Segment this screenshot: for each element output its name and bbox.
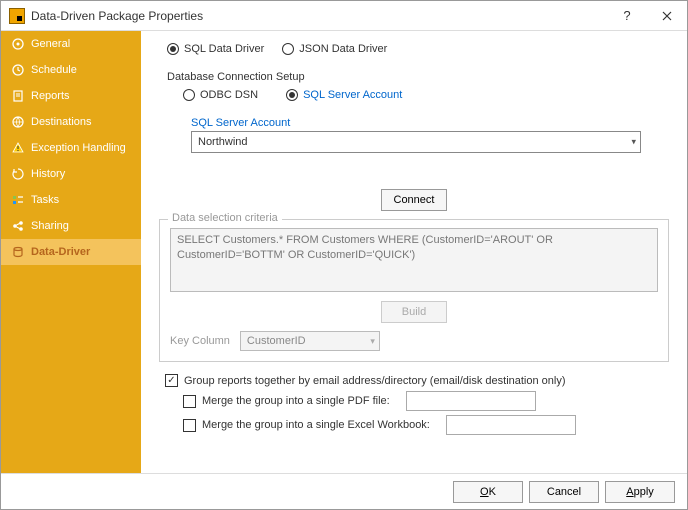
radio-label: SQL Data Driver bbox=[184, 43, 264, 55]
sql-server-account-select[interactable]: Northwind ▾ bbox=[191, 131, 641, 153]
merge-pdf-filename-input[interactable] bbox=[406, 391, 536, 411]
cancel-button[interactable]: Cancel bbox=[529, 481, 599, 503]
sql-server-account-label: SQL Server Account bbox=[191, 117, 669, 129]
sidebar-item-label: Sharing bbox=[31, 220, 69, 232]
sidebar-item-label: Schedule bbox=[31, 64, 77, 76]
build-button: Build bbox=[381, 301, 447, 323]
tasks-icon bbox=[11, 193, 25, 207]
globe-icon bbox=[11, 115, 25, 129]
clock-icon bbox=[11, 63, 25, 77]
ok-button[interactable]: OOKK bbox=[453, 481, 523, 503]
sidebar-item-reports[interactable]: Reports bbox=[1, 83, 141, 109]
sidebar-item-label: General bbox=[31, 38, 70, 50]
close-button[interactable] bbox=[647, 1, 687, 31]
sidebar-item-tasks[interactable]: Tasks bbox=[1, 187, 141, 213]
database-icon bbox=[11, 245, 25, 259]
sidebar-item-destinations[interactable]: Destinations bbox=[1, 109, 141, 135]
key-column-select: CustomerID ▾ bbox=[240, 331, 380, 351]
sidebar-item-label: Tasks bbox=[31, 194, 59, 206]
sidebar-item-label: Exception Handling bbox=[31, 142, 126, 154]
sidebar-item-label: Reports bbox=[31, 90, 70, 102]
apply-button[interactable]: ApplyApply bbox=[605, 481, 675, 503]
dialog-window: Data-Driven Package Properties ? General… bbox=[0, 0, 688, 510]
report-icon bbox=[11, 89, 25, 103]
radio-json-data-driver[interactable]: JSON Data Driver bbox=[282, 43, 387, 55]
connection-setup-heading: Database Connection Setup bbox=[167, 71, 669, 83]
select-value: Northwind bbox=[198, 136, 248, 148]
sidebar-item-schedule[interactable]: Schedule bbox=[1, 57, 141, 83]
title-bar: Data-Driven Package Properties ? bbox=[1, 1, 687, 31]
checkbox-merge-excel[interactable] bbox=[183, 419, 196, 432]
checkbox-label: Group reports together by email address/… bbox=[184, 375, 566, 387]
sql-textarea[interactable]: SELECT Customers.* FROM Customers WHERE … bbox=[170, 228, 658, 292]
chevron-down-icon: ▾ bbox=[631, 137, 636, 148]
window-title: Data-Driven Package Properties bbox=[31, 9, 607, 23]
app-icon bbox=[9, 8, 25, 24]
help-button[interactable]: ? bbox=[607, 1, 647, 31]
sidebar-item-general[interactable]: General bbox=[1, 31, 141, 57]
merge-excel-filename-input[interactable] bbox=[446, 415, 576, 435]
data-selection-criteria-group: Data selection criteria SELECT Customers… bbox=[159, 219, 669, 362]
sidebar: General Schedule Reports Destinations Ex… bbox=[1, 31, 141, 473]
sidebar-item-history[interactable]: History bbox=[1, 161, 141, 187]
checkbox-merge-pdf[interactable] bbox=[183, 395, 196, 408]
radio-sql-server-account[interactable]: SQL Server Account bbox=[286, 89, 402, 101]
radio-label: JSON Data Driver bbox=[299, 43, 387, 55]
radio-odbc-dsn[interactable]: ODBC DSN bbox=[183, 89, 258, 101]
sidebar-item-label: Data-Driver bbox=[31, 246, 90, 258]
history-icon bbox=[11, 167, 25, 181]
group-legend: Data selection criteria bbox=[168, 212, 282, 224]
gear-icon bbox=[11, 37, 25, 51]
checkbox-label: Merge the group into a single PDF file: bbox=[202, 395, 390, 407]
key-column-label: Key Column bbox=[170, 335, 230, 347]
sidebar-item-label: Destinations bbox=[31, 116, 92, 128]
connect-button[interactable]: Connect bbox=[381, 189, 448, 211]
warning-icon bbox=[11, 141, 25, 155]
main-panel: SQL Data Driver JSON Data Driver Databas… bbox=[141, 31, 687, 473]
chevron-down-icon: ▾ bbox=[370, 336, 375, 347]
radio-label: ODBC DSN bbox=[200, 89, 258, 101]
radio-sql-data-driver[interactable]: SQL Data Driver bbox=[167, 43, 264, 55]
sidebar-item-exception-handling[interactable]: Exception Handling bbox=[1, 135, 141, 161]
checkbox-label: Merge the group into a single Excel Work… bbox=[202, 419, 430, 431]
dialog-footer: OOKK Cancel ApplyApply bbox=[1, 473, 687, 509]
sharing-icon bbox=[11, 219, 25, 233]
sidebar-item-label: History bbox=[31, 168, 65, 180]
radio-label: SQL Server Account bbox=[303, 89, 402, 101]
select-value: CustomerID bbox=[247, 335, 306, 347]
sidebar-item-sharing[interactable]: Sharing bbox=[1, 213, 141, 239]
sidebar-item-data-driver[interactable]: Data-Driver bbox=[1, 239, 141, 265]
checkbox-group-reports[interactable] bbox=[165, 374, 178, 387]
